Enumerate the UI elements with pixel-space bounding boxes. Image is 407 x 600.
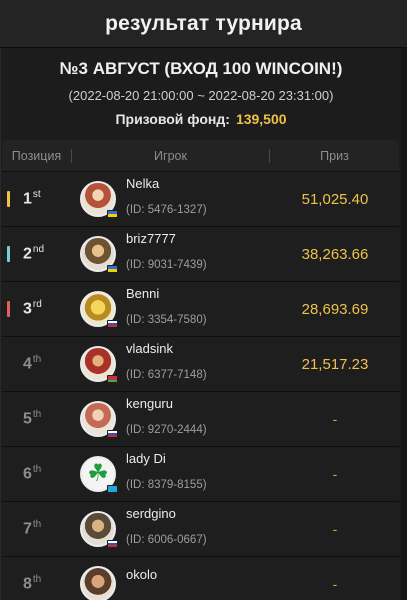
column-prize: Приз <box>269 148 399 163</box>
prize-amount: - <box>332 466 338 482</box>
flag-ua-icon <box>107 265 118 273</box>
column-position: Позиция <box>2 148 72 163</box>
player-cell: Benni (ID: 3354-7580) <box>80 286 271 328</box>
table-row[interactable]: 1st Nelka (ID: 5476-1327) 51,025.40 <box>2 172 399 227</box>
title-bar: результат турнира <box>0 0 407 48</box>
rank: 3rd <box>23 299 42 318</box>
rank-marker <box>7 191 10 207</box>
page-title: результат турнира <box>105 11 302 35</box>
rank-marker <box>7 301 10 317</box>
player-cell: vladsink (ID: 6377-7148) <box>80 341 271 383</box>
avatar <box>80 401 118 438</box>
player-id: (ID: 9031-7439) <box>126 259 207 271</box>
player-name: Nelka <box>126 176 160 191</box>
player-id: (ID: 9270-2444) <box>126 424 207 436</box>
table-row[interactable]: 3rd Benni (ID: 3354-7580) 28,693.69 <box>2 282 399 337</box>
player-id: (ID: 3354-7580) <box>126 314 207 326</box>
player-cell: serdgino (ID: 6006-0667) <box>80 506 271 548</box>
avatar <box>80 346 118 383</box>
prize-amount: - <box>332 411 338 427</box>
rank-marker <box>7 246 10 262</box>
rank: 7th <box>23 519 42 538</box>
rank: 1st <box>23 189 41 208</box>
flag-by-icon <box>107 375 118 383</box>
player-id: (ID: 6377-7148) <box>126 369 207 381</box>
player-name: lady Di <box>126 451 166 466</box>
prize-pool: Призовой фонд: 139,500 <box>1 111 401 127</box>
avatar <box>80 511 118 548</box>
table-row[interactable]: 6th ☘ lady Di (ID: 8379-8155) - <box>2 447 399 502</box>
avatar: ☘ <box>80 456 118 493</box>
flag-kz-icon <box>107 485 118 493</box>
clover-icon: ☘ <box>87 460 109 487</box>
player-id: (ID: 8379-8155) <box>126 479 207 491</box>
player-name: kenguru <box>126 396 173 411</box>
player-name: briz7777 <box>126 231 176 246</box>
flag-ru-icon <box>107 320 118 328</box>
avatar <box>80 236 118 273</box>
flag-ru-icon <box>107 430 118 438</box>
table-row[interactable]: 8th okolo - <box>2 557 399 600</box>
avatar <box>80 291 118 328</box>
player-name: vladsink <box>126 341 173 356</box>
player-cell: kenguru (ID: 9270-2444) <box>80 396 271 438</box>
prize-amount: 38,263.66 <box>301 245 369 263</box>
table-row[interactable]: 5th kenguru (ID: 9270-2444) - <box>2 392 399 447</box>
prize-amount: 21,517.23 <box>301 355 369 373</box>
prize-amount: - <box>332 521 338 537</box>
column-player: Игрок <box>154 148 187 163</box>
player-id: (ID: 6006-0667) <box>126 534 207 546</box>
table-header: Позиция Игрок Приз <box>2 140 399 172</box>
player-name: serdgino <box>126 506 176 521</box>
rank: 4th <box>23 354 42 373</box>
flag-ru-icon <box>107 540 118 548</box>
player-name: Benni <box>126 286 160 301</box>
avatar <box>80 566 116 600</box>
prize-amount: 28,693.69 <box>301 300 369 318</box>
flag-ua-icon <box>107 210 118 218</box>
tournament-time: (2022-08-20 21:00:00 ~ 2022-08-20 23:31:… <box>68 88 334 103</box>
rank: 2nd <box>23 244 45 263</box>
tournament-result-card: №3 АВГУСТ (ВХОД 100 WINCOIN!) (2022-08-2… <box>0 48 401 600</box>
results-table: Позиция Игрок Приз 1st Nelka (ID: 5476-13… <box>2 140 399 600</box>
player-cell: ☘ lady Di (ID: 8379-8155) <box>80 451 271 493</box>
prize-pool-value: 139,500 <box>235 111 287 127</box>
table-row[interactable]: 7th serdgino (ID: 6006-0667) - <box>2 502 399 557</box>
player-cell: Nelka (ID: 5476-1327) <box>80 176 271 218</box>
prize-amount: - <box>332 576 338 592</box>
rank: 6th <box>23 464 42 483</box>
table-row[interactable]: 4th vladsink (ID: 6377-7148) 21,517.23 <box>2 337 399 392</box>
prize-pool-label: Призовой фонд: <box>115 111 230 127</box>
player-cell: okolo <box>80 566 271 600</box>
rank: 5th <box>23 409 42 428</box>
player-name: okolo <box>126 567 158 582</box>
player-cell: briz7777 (ID: 9031-7439) <box>80 231 271 273</box>
avatar <box>80 181 118 218</box>
tournament-name: №3 АВГУСТ (ВХОД 100 WINCOIN!) <box>59 59 343 78</box>
rank: 8th <box>23 574 42 593</box>
prize-amount: 51,025.40 <box>301 190 369 208</box>
table-row[interactable]: 2nd briz7777 (ID: 9031-7439) 38,263.66 <box>2 227 399 282</box>
player-id: (ID: 5476-1327) <box>126 204 207 216</box>
